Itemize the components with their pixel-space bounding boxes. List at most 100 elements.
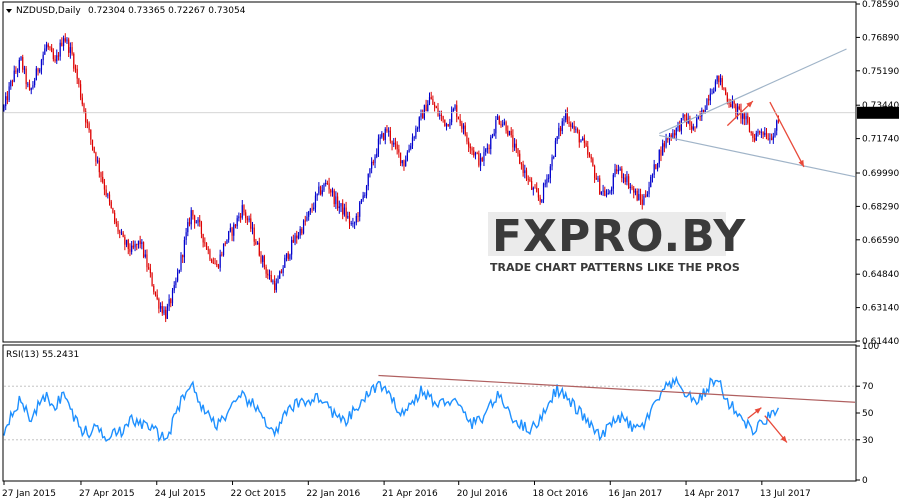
candle-body — [386, 128, 388, 132]
candle-body — [731, 101, 734, 108]
candle-body — [733, 101, 735, 104]
candle-body — [593, 166, 596, 179]
candle-body — [192, 210, 194, 216]
candle-body — [372, 161, 374, 164]
candle-body — [548, 177, 550, 179]
candle-body — [134, 244, 136, 248]
time-tick-label: 18 Oct 2016 — [532, 489, 588, 499]
candle-body — [79, 84, 82, 98]
candle-body — [476, 152, 478, 154]
candle-body — [576, 128, 579, 132]
candle-body — [393, 142, 395, 145]
candle-body — [68, 39, 70, 53]
candle-body — [37, 68, 39, 72]
candle-body — [559, 127, 562, 132]
candle-body — [352, 223, 354, 224]
candle-body — [682, 114, 684, 118]
candle-body — [308, 211, 310, 217]
rsi-tick-label: 50 — [862, 409, 874, 419]
candle-body — [250, 218, 252, 229]
candle-body — [262, 256, 264, 262]
candle-body — [62, 38, 65, 47]
candle-body — [542, 183, 545, 200]
candle-body — [90, 129, 92, 140]
candle-body — [139, 240, 141, 245]
candle-body — [583, 138, 585, 144]
candle-body — [578, 131, 580, 143]
candle-body — [224, 243, 226, 245]
candle-body — [64, 38, 66, 42]
candle-body — [47, 44, 49, 48]
price-panel: FXPRO.BYTRADE CHART PATTERNS LIKE THE PR… — [2, 0, 899, 347]
candle-body — [25, 68, 27, 85]
candle-body — [394, 142, 397, 145]
candle-body — [23, 68, 26, 70]
candle-body — [658, 149, 660, 164]
candle-body — [32, 85, 34, 89]
candle-body — [83, 104, 85, 112]
candle-body — [500, 123, 502, 126]
candle-body — [534, 187, 536, 189]
candle-body — [515, 143, 517, 149]
candle-body — [396, 144, 398, 150]
candle-body — [639, 194, 642, 200]
candle-body — [405, 160, 407, 167]
candle-body — [415, 128, 417, 138]
candle-body — [718, 75, 720, 83]
candle-body — [323, 184, 325, 191]
time-tick-label: 14 Apr 2017 — [684, 489, 740, 499]
candle-body — [760, 132, 762, 133]
candle-body — [348, 215, 351, 224]
candle-body — [502, 124, 504, 126]
candle-body — [376, 153, 378, 157]
candle-body — [765, 132, 768, 139]
candle-body — [643, 195, 645, 205]
candle-body — [374, 156, 376, 164]
candle-body — [379, 137, 381, 139]
candle-body — [423, 105, 425, 119]
candle-body — [342, 203, 344, 215]
candle-body — [27, 83, 29, 85]
candle-body — [284, 257, 286, 268]
candle-body — [694, 126, 696, 128]
candle-body — [71, 47, 73, 54]
time-tick-label: 16 Jan 2017 — [608, 489, 662, 499]
candle-body — [464, 125, 466, 135]
candle-body — [56, 55, 58, 62]
candle-body — [333, 190, 335, 205]
candle-body — [672, 133, 674, 139]
candle-body — [350, 223, 352, 224]
candle-body — [236, 218, 238, 227]
candle-body — [617, 169, 620, 172]
candle-body — [345, 207, 347, 218]
candle-body — [440, 115, 443, 116]
candle-body — [73, 53, 75, 69]
candle-body — [524, 170, 526, 174]
candle-body — [478, 153, 480, 166]
candle-body — [154, 291, 157, 295]
candle-body — [437, 108, 439, 116]
candle-body — [769, 138, 771, 140]
candle-body — [471, 148, 473, 151]
candle-body — [544, 183, 546, 185]
candle-body — [156, 294, 158, 300]
candle-body — [277, 278, 279, 284]
price-tick-label: 0.69990 — [862, 169, 899, 179]
candle-body — [59, 42, 61, 57]
candle-body — [226, 239, 228, 244]
candle-body — [119, 231, 121, 233]
candle-body — [311, 208, 313, 210]
candle-body — [685, 116, 688, 124]
candle-body — [211, 259, 213, 263]
candle-body — [626, 176, 628, 183]
candle-body — [558, 127, 560, 137]
candle-body — [570, 123, 572, 127]
candle-body — [205, 242, 208, 250]
candle-body — [260, 255, 262, 262]
candle-body — [456, 105, 458, 117]
candle-body — [755, 133, 757, 141]
candle-body — [519, 153, 521, 164]
candle-body — [163, 309, 165, 314]
price-panel-frame — [2, 1, 857, 343]
candle-body — [153, 286, 155, 292]
